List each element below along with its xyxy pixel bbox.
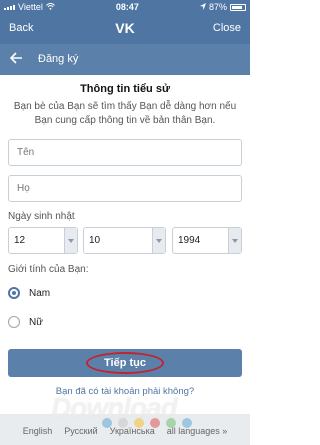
watermark-dot [102,418,112,428]
radio-button[interactable] [8,287,20,299]
location-icon [199,2,206,12]
watermark-dots [102,418,192,428]
gender-option-label: Nữ [29,316,43,328]
gender-option-male[interactable]: Nam [8,287,50,299]
sub-header: Đăng ký [0,44,250,75]
gender-label: Giới tính của Bạn: [8,264,89,275]
clock: 08:47 [115,2,139,12]
birthday-day-select[interactable]: 12 [8,227,78,254]
birthday-year-value: 1994 [178,235,201,246]
sub-header-title: Đăng ký [38,53,79,65]
watermark-dot [166,418,176,428]
continue-label: Tiếp tục [104,357,146,369]
battery-label: 87% [208,2,227,12]
last-name-field[interactable] [8,175,242,202]
watermark-dot [118,418,128,428]
section-title: Thông tin tiểu sử [80,83,170,95]
watermark-dot [134,418,144,428]
radio-button[interactable] [8,316,20,328]
chevron-down-icon [64,228,77,253]
birthday-label: Ngày sinh nhật [8,211,75,222]
close-button[interactable]: Close [213,22,241,34]
chevron-down-icon [228,228,241,253]
lang-english[interactable]: English [23,426,53,436]
wifi-icon [45,2,55,12]
section-description: Bạn bè của Bạn sẽ tìm thấy Bạn dễ dàng h… [13,101,237,126]
chevron-down-icon [152,228,165,253]
birthday-day-value: 12 [14,235,26,246]
birthday-month-select[interactable]: 10 [83,227,166,254]
signal-icon [4,4,15,10]
watermark-dot [150,418,160,428]
first-name-field[interactable] [8,139,242,166]
watermark-dot [182,418,192,428]
battery-icon [230,3,246,11]
back-arrow-icon[interactable] [9,51,23,65]
gender-option-label: Nam [29,287,51,299]
gender-option-female[interactable]: Nữ [8,316,43,328]
birthday-year-select[interactable]: 1994 [172,227,242,254]
birthday-month-value: 10 [89,235,101,246]
carrier-label: Viettel [18,2,43,12]
status-bar: Viettel 08:47 87% [0,0,250,14]
nav-bar: Back VK Close [0,14,250,44]
lang-russian[interactable]: Русский [64,426,97,436]
continue-button[interactable]: Tiếp tục [8,349,242,377]
